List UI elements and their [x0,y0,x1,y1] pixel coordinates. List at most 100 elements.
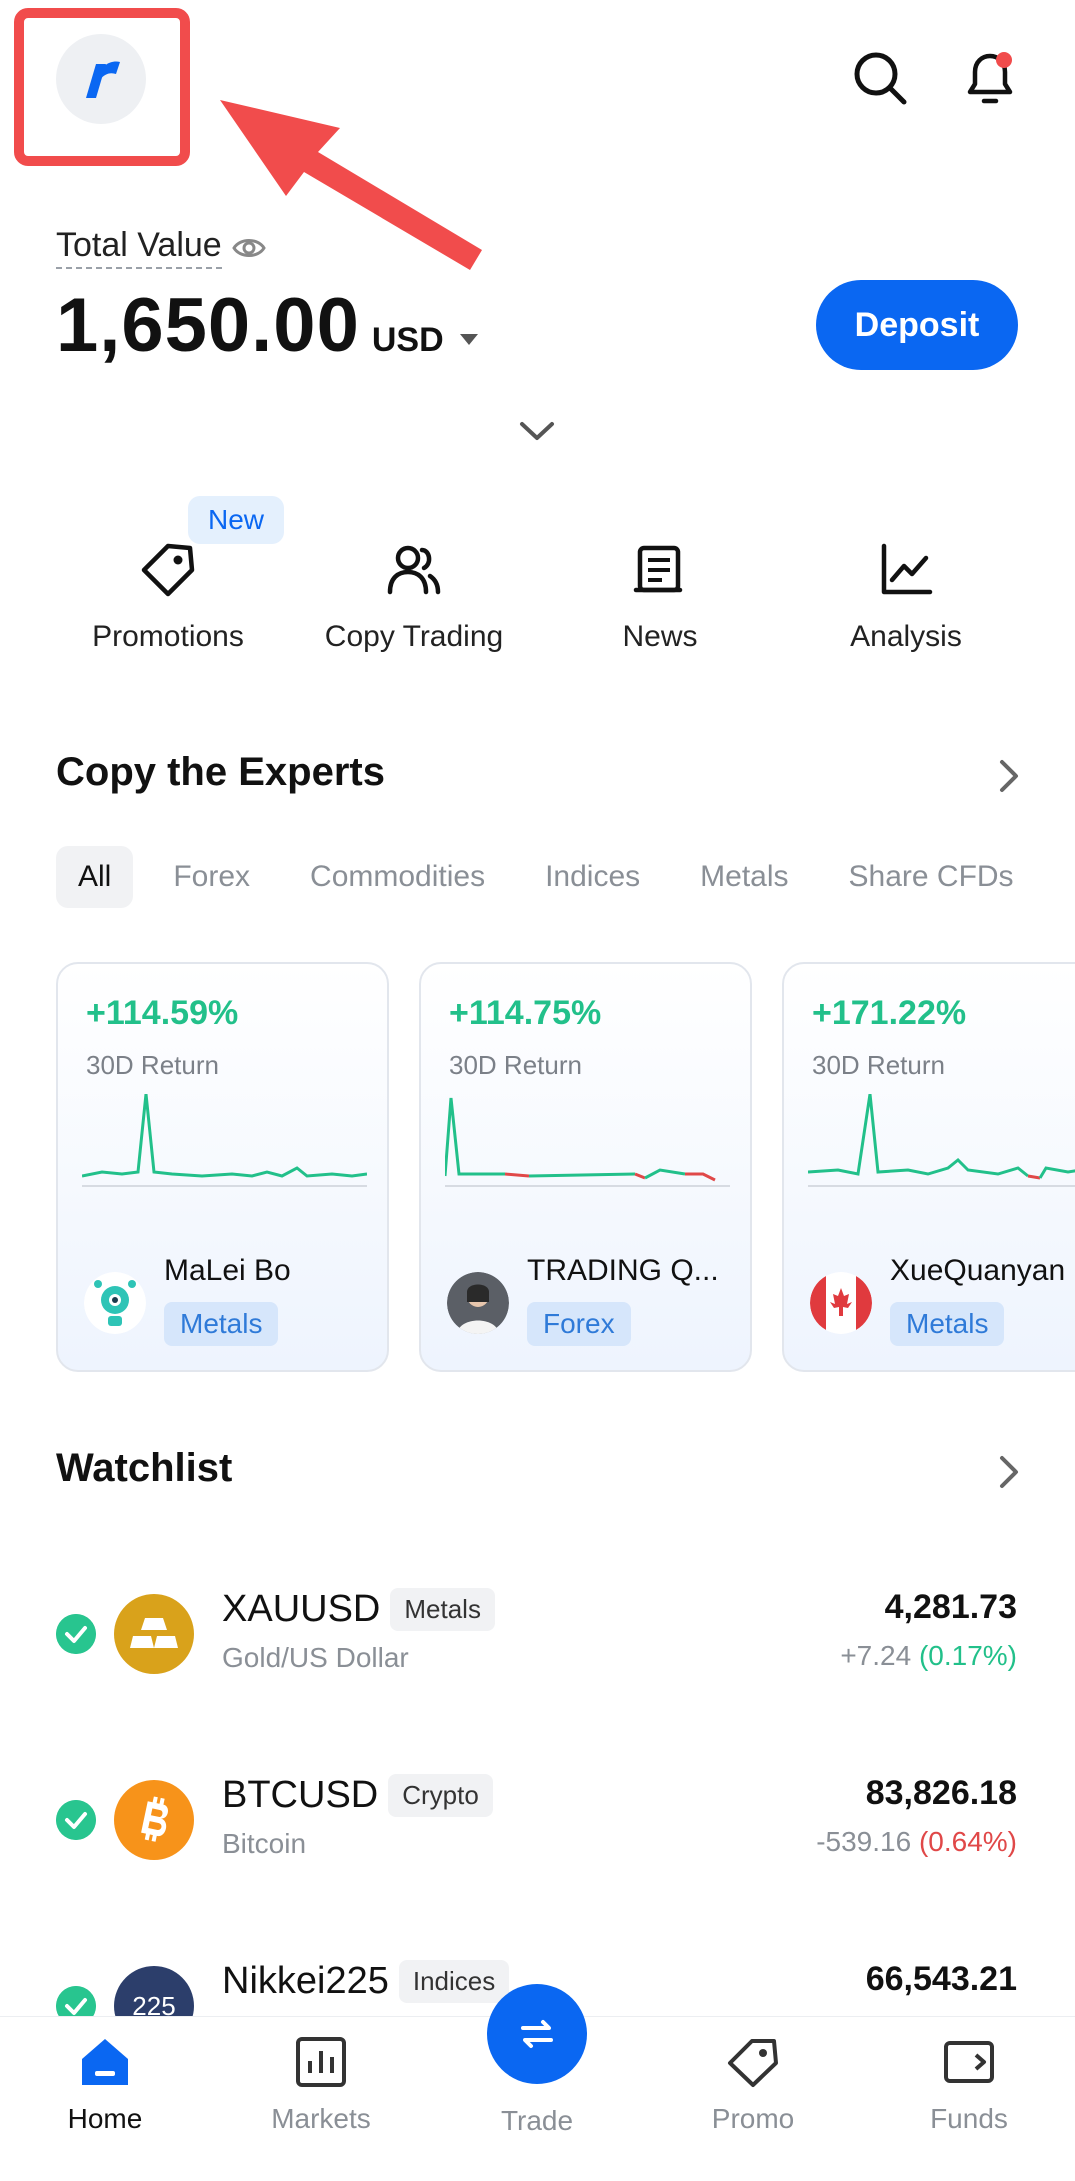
expert-name: TRADING Q... [527,1254,719,1287]
search-icon[interactable] [850,48,910,108]
chart-icon [881,543,933,595]
quick-action-label: News [622,620,698,653]
category-badge: Metals [390,1588,495,1631]
swap-icon [521,2020,553,2048]
check-icon[interactable] [56,1614,96,1654]
total-value-label: Total Value [56,226,266,269]
price-change: -539.16 (0.64%) [816,1826,1017,1858]
nav-funds[interactable]: Funds [889,2035,1049,2135]
eye-icon[interactable] [231,235,266,261]
price: 4,281.73 [884,1588,1017,1626]
currency-selector[interactable]: USD [372,321,444,360]
nav-label: Home [67,2103,143,2134]
avatar [447,1272,509,1334]
home-icon [82,2039,128,2085]
experts-section-title: Copy the Experts [56,750,385,794]
chevron-right-icon[interactable] [994,758,1024,794]
quick-action-label: Promotions [92,620,244,653]
nav-promo[interactable]: Promo [673,2035,833,2135]
instrument-name: Gold/US Dollar [222,1642,409,1673]
tab-metals[interactable]: Metals [700,860,788,894]
symbol-block: Nikkei225 Indices [222,1960,510,2003]
quick-action-analysis[interactable]: Analysis [786,540,1026,654]
watchlist-title: Watchlist [56,1446,233,1490]
app-logo-icon[interactable] [56,34,146,124]
symbol-name: Nikkei225 [222,1960,389,2002]
return-label: 30D Return [812,1050,945,1080]
nav-label: Markets [271,2103,371,2134]
expert-card[interactable]: +171.22% 30D Return XueQuanyan Metals [782,962,1075,1372]
category-badge: Crypto [388,1774,493,1817]
avatar [84,1272,146,1334]
expert-card[interactable]: +114.59% 30D Return MaLei Bo Metals [56,962,389,1372]
return-label: 30D Return [449,1050,582,1080]
symbol-name: BTCUSD [222,1774,379,1816]
change-percent: (0.17%) [918,1640,1017,1671]
total-amount-row: 1,650.00 USD [56,282,478,369]
symbol-block: XAUUSD Metals [222,1588,495,1631]
tab-share-cfds[interactable]: Share CFDs [849,860,1014,894]
return-value: +114.59% [86,994,239,1032]
category-tag: Metals [890,1302,1005,1346]
change-percent: (0.64%) [918,1826,1017,1857]
canada-flag-avatar [810,1272,872,1334]
chevron-right-icon[interactable] [994,1454,1024,1490]
notification-dot [996,52,1012,68]
gold-bars-icon [114,1594,194,1674]
deposit-button[interactable]: Deposit [816,280,1018,370]
quick-action-copy-trading[interactable]: Copy Trading [294,540,534,654]
tab-indices[interactable]: Indices [545,860,640,894]
return-value: +114.75% [449,994,602,1032]
balance-amount: 1,650.00 [56,283,360,368]
expert-name: XueQuanyan [890,1254,1066,1287]
tab-forex[interactable]: Forex [173,860,250,894]
price-change: +7.24 (0.17%) [840,1640,1017,1672]
quick-actions: Promotions Copy Trading News Analysis [0,540,1075,670]
change-value: -539.16 [816,1826,912,1857]
nav-trade[interactable]: Trade [457,2105,617,2137]
category-badge: Indices [398,1960,510,2003]
total-value-text: Total Value [56,226,222,269]
trade-button[interactable] [487,1984,587,2084]
nav-label: Funds [930,2103,1008,2134]
price: 66,543.21 [865,1960,1017,1998]
expert-cards: +114.59% 30D Return MaLei Bo Metals +114… [56,962,1075,1374]
bitcoin-icon [114,1780,194,1860]
nav-label: Trade [500,2105,574,2136]
sparkline-chart [82,1094,367,1187]
quick-action-promotions[interactable]: Promotions [48,540,288,654]
expert-filter-tabs: All Forex Commodities Indices Metals Sha… [56,844,1075,910]
tab-all[interactable]: All [56,846,134,908]
wallet-icon [944,2041,994,2083]
symbol-name: XAUUSD [222,1588,381,1630]
watchlist-row-xauusd[interactable]: XAUUSD Metals Gold/US Dollar 4,281.73 +7… [0,1560,1075,1710]
users-icon [387,545,441,595]
change-value: +7.24 [840,1640,912,1671]
new-badge: New [188,496,285,544]
return-value: +171.22% [812,994,967,1032]
chevron-down-icon[interactable] [518,418,556,444]
nav-label: Promo [711,2103,795,2134]
tag-icon [728,2039,778,2087]
symbol-block: BTCUSD Crypto [222,1774,493,1817]
tab-commodities[interactable]: Commodities [310,860,485,894]
price: 83,826.18 [865,1774,1017,1812]
caret-down-icon[interactable] [459,334,478,345]
nav-home[interactable]: Home [25,2035,185,2135]
quick-action-news[interactable]: News [540,540,780,654]
sparkline-chart [808,1094,1075,1187]
news-icon [633,545,683,593]
quick-action-label: Analysis [850,620,962,653]
markets-icon [296,2037,346,2087]
nav-markets[interactable]: Markets [241,2035,401,2135]
watchlist-row-btcusd[interactable]: BTCUSD Crypto Bitcoin 83,826.18 -539.16 … [0,1746,1075,1896]
return-label: 30D Return [86,1050,219,1080]
expert-card[interactable]: +114.75% 30D Return TRADING Q... Forex [419,962,752,1372]
check-icon[interactable] [56,1800,96,1840]
quick-action-label: Copy Trading [324,620,504,653]
category-tag: Metals [164,1302,279,1346]
instrument-name: Bitcoin [222,1828,307,1859]
bell-icon[interactable] [960,48,1020,108]
tag-icon [141,543,195,597]
expert-name: MaLei Bo [164,1254,291,1287]
